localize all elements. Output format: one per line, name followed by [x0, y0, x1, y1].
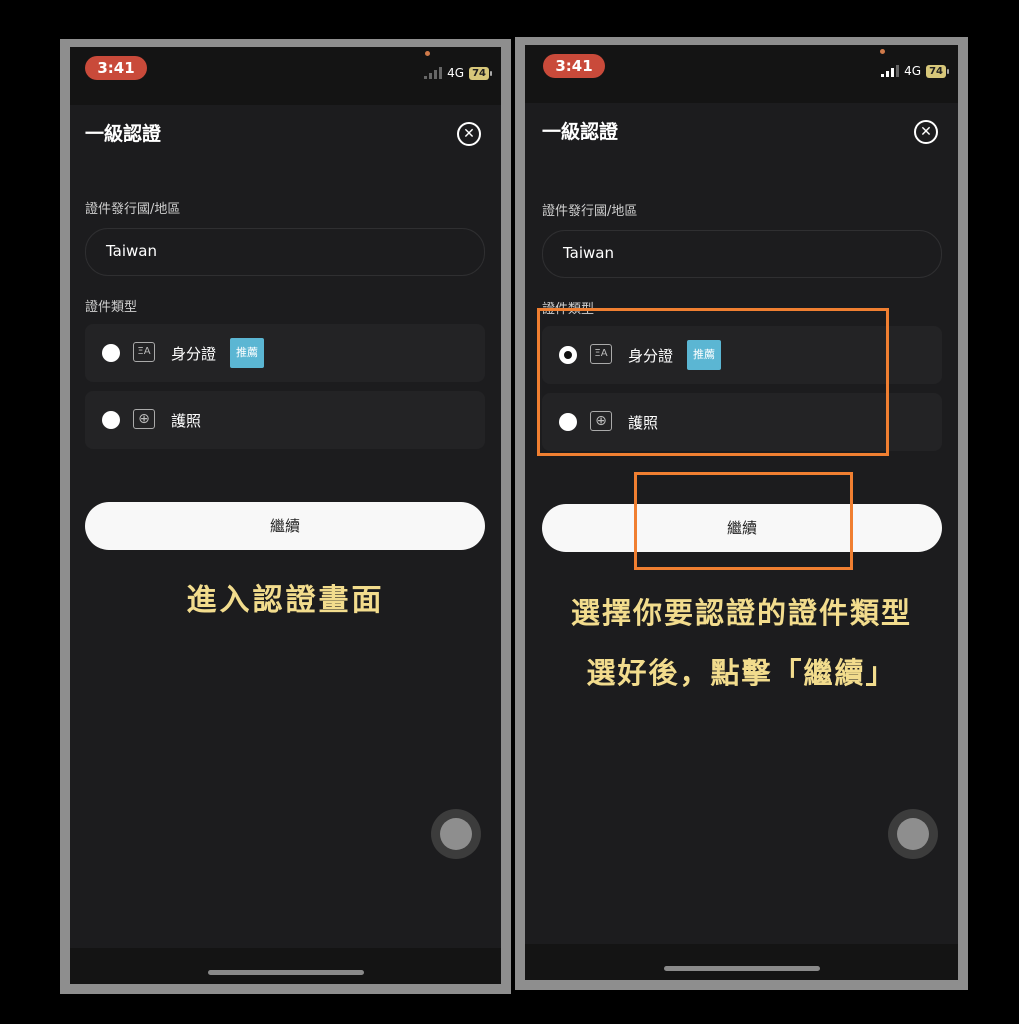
- assistive-touch-button[interactable]: [888, 809, 938, 859]
- country-label: 證件發行國/地區: [542, 204, 638, 219]
- assistive-touch-button[interactable]: [431, 809, 481, 859]
- country-label: 證件發行國/地區: [85, 202, 181, 217]
- bottom-bar: [70, 948, 501, 984]
- signal-icon: [881, 65, 900, 77]
- status-time: 3:41: [543, 54, 605, 78]
- instruction-caption-line1: 選擇你要認證的證件類型: [570, 596, 912, 630]
- recommended-badge: 推薦: [230, 338, 264, 368]
- close-icon[interactable]: ✕: [914, 120, 938, 144]
- option-label-passport: 護照: [171, 412, 202, 430]
- radio-passport[interactable]: [102, 411, 120, 429]
- instruction-caption-line2: 選好後，點擊「繼續」: [586, 656, 897, 690]
- network-type: 4G: [904, 64, 922, 78]
- instruction-caption: 進入認證畫面: [186, 583, 385, 618]
- highlight-doctype-options: [537, 308, 889, 456]
- battery-icon: 74: [469, 66, 492, 80]
- home-indicator[interactable]: [663, 966, 820, 971]
- network-type: 4G: [447, 66, 465, 80]
- option-id-card[interactable]: ΞA 身分證 推薦: [85, 324, 485, 382]
- status-bar: 3:41 4G 74: [525, 45, 958, 103]
- doctype-label: 證件類型: [85, 300, 138, 315]
- option-label-id-card: 身分證: [171, 345, 217, 363]
- privacy-dot-icon: [425, 51, 430, 56]
- battery-icon: 74: [926, 64, 949, 78]
- passport-icon: ⊕: [133, 409, 155, 429]
- highlight-continue-button: [634, 472, 853, 570]
- status-time: 3:41: [85, 56, 147, 80]
- privacy-dot-icon: [880, 49, 885, 54]
- country-value: Taiwan: [563, 244, 615, 262]
- status-bar: 3:41 4G 74: [70, 47, 501, 105]
- screen-left: 3:41 4G 74 一級認證 ✕ 證件發行國/地區 Taiwan 證件類型 Ξ…: [70, 47, 501, 984]
- country-field[interactable]: Taiwan: [542, 230, 942, 278]
- id-card-icon: ΞA: [133, 342, 155, 362]
- country-field[interactable]: Taiwan: [85, 228, 485, 276]
- home-indicator[interactable]: [207, 970, 364, 975]
- option-passport[interactable]: ⊕ 護照: [85, 391, 485, 449]
- close-icon[interactable]: ✕: [457, 122, 481, 146]
- page-title: 一級認證: [542, 121, 619, 143]
- signal-icon: [424, 67, 443, 79]
- status-indicators: 4G 74: [881, 63, 949, 79]
- country-value: Taiwan: [106, 242, 158, 260]
- page-title: 一級認證: [85, 123, 162, 145]
- radio-id-card[interactable]: [102, 344, 120, 362]
- bottom-bar: [525, 944, 958, 980]
- continue-button[interactable]: 繼續: [85, 502, 485, 550]
- status-indicators: 4G 74: [424, 65, 492, 81]
- phone-screenshot-left: 3:41 4G 74 一級認證 ✕ 證件發行國/地區 Taiwan 證件類型 Ξ…: [60, 39, 511, 994]
